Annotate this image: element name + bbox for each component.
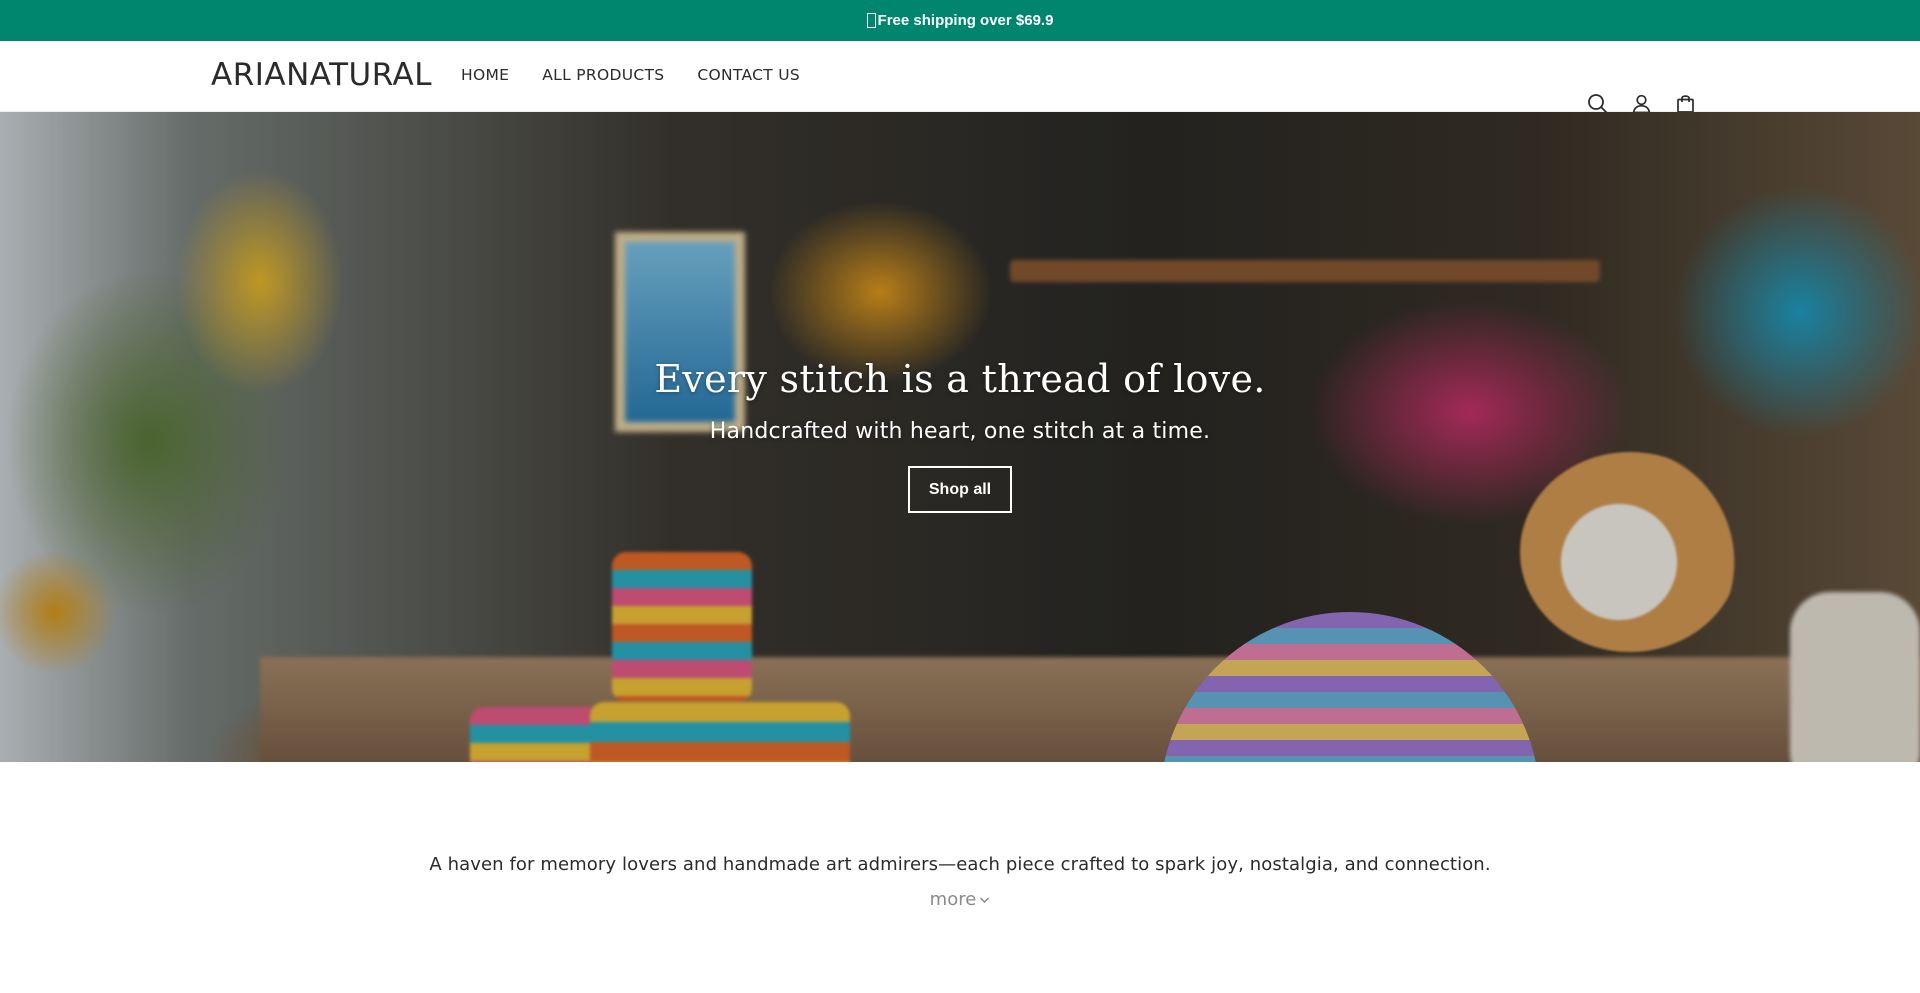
announcement-text: Free shipping over $69.9 bbox=[877, 12, 1054, 29]
intro-text: A haven for memory lovers and handmade a… bbox=[429, 854, 1491, 875]
search-icon[interactable] bbox=[1586, 92, 1608, 114]
announcement-bar: Free shipping over $69.9 bbox=[0, 0, 1920, 41]
more-label: more bbox=[929, 889, 977, 910]
shop-all-button[interactable]: Shop all bbox=[908, 466, 1012, 513]
account-icon[interactable] bbox=[1630, 92, 1652, 114]
header-icons bbox=[1586, 92, 1696, 114]
nav-contact-us[interactable]: CONTACT US bbox=[697, 66, 800, 84]
nav-home[interactable]: HOME bbox=[461, 66, 509, 84]
store-logo[interactable]: ARIANATURAL bbox=[211, 57, 432, 93]
main-nav: HOME ALL PRODUCTS CONTACT US bbox=[461, 66, 800, 84]
cart-icon[interactable] bbox=[1674, 92, 1696, 114]
intro-section: A haven for memory lovers and handmade a… bbox=[0, 762, 1920, 910]
nav-all-products[interactable]: ALL PRODUCTS bbox=[542, 66, 664, 84]
hero-subtitle: Handcrafted with heart, one stitch at a … bbox=[709, 419, 1211, 444]
hero-content: Every stitch is a thread of love. Handcr… bbox=[0, 357, 1920, 513]
gift-icon bbox=[866, 13, 876, 28]
chevron-down-icon bbox=[980, 896, 990, 903]
more-toggle[interactable]: more bbox=[930, 889, 991, 910]
hero-title: Every stitch is a thread of love. bbox=[654, 357, 1266, 401]
site-header: ARIANATURAL HOME ALL PRODUCTS CONTACT US bbox=[0, 41, 1920, 114]
hero-banner: Every stitch is a thread of love. Handcr… bbox=[0, 112, 1920, 762]
